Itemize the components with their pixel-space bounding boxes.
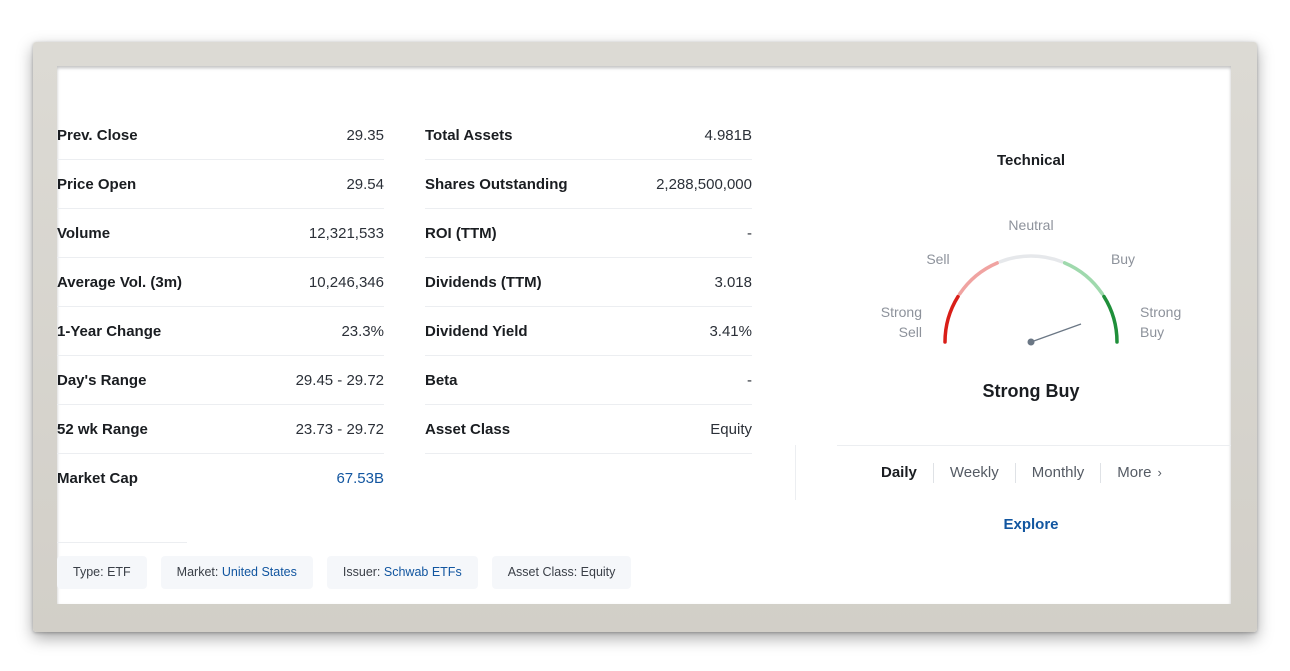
stat-row: ROI (TTM) - [425, 210, 752, 258]
gauge-label-strong-buy-1: Strong [1140, 304, 1181, 320]
stat-row: Beta - [425, 357, 752, 405]
stat-value: 29.45 - 29.72 [295, 372, 384, 389]
tab-more[interactable]: More › [1101, 462, 1178, 484]
stat-row: Average Vol. (3m) 10,246,346 [57, 259, 384, 307]
gauge-segment-sell [957, 261, 1000, 296]
stat-label: 52 wk Range [57, 421, 148, 438]
stat-row: Asset Class Equity [425, 406, 752, 454]
technical-summary: Strong Buy [982, 381, 1080, 401]
gauge-segment-strong-buy [1102, 294, 1119, 344]
stat-label: Shares Outstanding [425, 176, 568, 193]
stat-label: Asset Class [425, 421, 511, 438]
technical-panel: Technical Neutral Sell Buy Strong Sell S… [795, 66, 1231, 604]
technical-title: Technical [996, 152, 1066, 169]
stat-label: ROI (TTM) [425, 225, 497, 242]
stat-row: Prev. Close 29.35 [57, 112, 384, 160]
technical-gauge: Neutral Sell Buy Strong Sell Strong Buy [881, 217, 1181, 346]
stat-row: Shares Outstanding 2,288,500,000 [425, 161, 752, 209]
stat-label: Prev. Close [57, 127, 138, 144]
market-cap-link[interactable]: 67.53B [336, 470, 384, 487]
tag-value: Equity [580, 565, 616, 579]
gauge-label-strong-sell-1: Strong [881, 304, 922, 320]
gauge-segment-neutral [998, 254, 1064, 264]
key-stats-right: Total Assets 4.981B Shares Outstanding 2,2… [425, 112, 752, 455]
stat-value: 23.3% [341, 323, 384, 340]
stat-label: Price Open [57, 176, 137, 193]
stat-row: Dividends (TTM) 3.018 [425, 259, 752, 307]
tab-monthly[interactable]: Monthly [1016, 462, 1101, 484]
stat-label: Beta [425, 372, 458, 389]
stat-value: - [747, 372, 752, 389]
period-tabs: Daily Weekly Monthly More › [881, 462, 1178, 484]
explore-link[interactable]: Explore [795, 516, 1231, 533]
key-stats-left: Prev. Close 29.35 Price Open 29.54 Volume 1… [57, 112, 384, 543]
gauge-segment-strong-sell [943, 294, 960, 344]
tag-key: Type: [73, 565, 104, 579]
divider [57, 542, 187, 543]
stat-value: 29.54 [346, 176, 384, 193]
tag-market: Market: United States [160, 556, 313, 589]
stat-label: Dividends (TTM) [425, 274, 542, 291]
stat-label: Market Cap [57, 470, 138, 487]
overview-panel: Prev. Close 29.35 Price Open 29.54 Volume 1… [57, 66, 1231, 604]
stat-value: - [747, 225, 752, 242]
stat-row: Dividend Yield 3.41% [425, 308, 752, 356]
stat-value: 29.35 [346, 127, 384, 144]
stat-label: Dividend Yield [425, 323, 528, 340]
stat-label: Average Vol. (3m) [57, 274, 183, 291]
gauge-segment-buy [1062, 261, 1105, 296]
stat-row: Volume 12,321,533 [57, 210, 384, 258]
stat-row: 1-Year Change 23.3% [57, 308, 384, 356]
stat-value: 3.018 [714, 274, 752, 291]
stat-value: 12,321,533 [308, 225, 384, 242]
stat-value: Equity [710, 421, 752, 438]
tag-type: Type: ETF [57, 556, 147, 589]
stat-value: 3.41% [709, 323, 752, 340]
tag-key: Asset Class: [507, 565, 578, 579]
tag-value: ETF [107, 565, 131, 579]
stat-row: Day's Range 29.45 - 29.72 [57, 357, 384, 405]
divider [837, 445, 1231, 446]
gauge-label-strong-sell-2: Sell [899, 324, 922, 340]
stat-value: 23.73 - 29.72 [295, 421, 384, 438]
tag-asset-class: Asset Class: Equity [491, 556, 632, 589]
stat-row: Price Open 29.54 [57, 161, 384, 209]
more-label: More [1117, 464, 1152, 481]
tag-key: Market: [176, 565, 219, 579]
instrument-tags: Type: ETF Market: United States Issuer: … [57, 556, 632, 589]
tab-weekly[interactable]: Weekly [934, 462, 1015, 484]
stat-label: Total Assets [425, 127, 513, 144]
gauge-needle [1030, 323, 1082, 343]
tag-issuer: Issuer: Schwab ETFs [326, 556, 478, 589]
tag-key: Issuer: [342, 565, 381, 579]
stat-row: Total Assets 4.981B [425, 112, 752, 160]
stat-value: 2,288,500,000 [656, 176, 752, 193]
gauge-label-neutral: Neutral [1008, 217, 1053, 233]
stat-value: 10,246,346 [308, 274, 384, 291]
tag-market-link[interactable]: United States [222, 565, 297, 579]
tag-issuer-link[interactable]: Schwab ETFs [384, 565, 462, 579]
gauge-label-strong-buy-2: Buy [1140, 324, 1164, 340]
stat-label: Day's Range [57, 372, 147, 389]
stat-label: 1-Year Change [57, 323, 162, 340]
chevron-right-icon: › [1157, 465, 1162, 480]
gauge-label-sell: Sell [926, 251, 949, 267]
tab-daily[interactable]: Daily [881, 462, 933, 484]
stat-row: Market Cap 67.53B [57, 455, 384, 502]
stat-row: 52 wk Range 23.73 - 29.72 [57, 406, 384, 454]
stat-label: Volume [57, 225, 111, 242]
window-frame: Prev. Close 29.35 Price Open 29.54 Volume 1… [33, 42, 1257, 632]
gauge-label-buy: Buy [1111, 251, 1135, 267]
divider [795, 445, 796, 500]
gauge-arcs [943, 254, 1119, 344]
stat-value: 4.981B [704, 127, 752, 144]
gauge-hub [1027, 338, 1035, 346]
